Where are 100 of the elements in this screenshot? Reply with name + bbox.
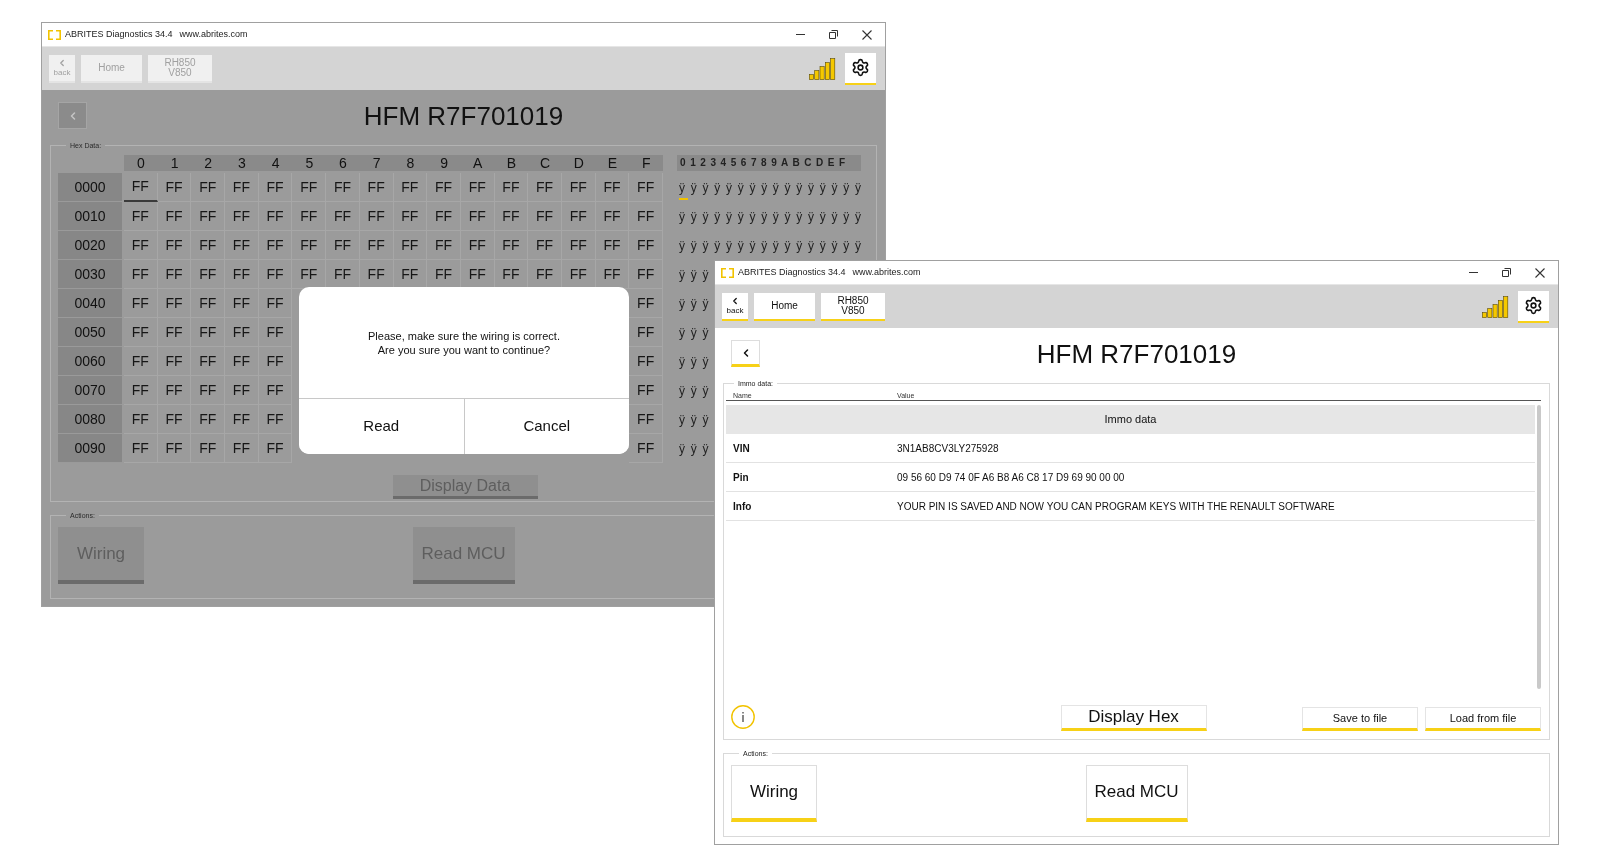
hex-cell[interactable]: FF (258, 434, 293, 463)
cancel-button[interactable]: Cancel (463, 399, 629, 454)
nav-button[interactable]: Home (754, 292, 815, 321)
hex-cell[interactable]: FF (157, 318, 192, 347)
hex-cell[interactable]: FF (359, 202, 394, 231)
hex-cell[interactable]: FF (258, 202, 293, 231)
hex-cell[interactable]: FF (225, 260, 259, 289)
nav-button[interactable]: RH850 V850 (821, 292, 885, 321)
hex-cell[interactable]: FF (124, 405, 158, 434)
hex-cell[interactable]: FF (629, 202, 663, 231)
hex-cell[interactable]: FF (258, 318, 293, 347)
hex-cell[interactable]: FF (191, 260, 226, 289)
hex-cell[interactable]: FF (393, 173, 428, 202)
chevron-left-icon (730, 296, 740, 306)
hex-cell[interactable]: FF (157, 231, 192, 260)
hex-cell[interactable]: FF (225, 202, 259, 231)
hex-cell[interactable]: FF (191, 405, 226, 434)
hex-cell[interactable]: FF (191, 376, 226, 405)
hex-cell[interactable]: FF (460, 173, 495, 202)
hex-cell[interactable]: FF (561, 173, 596, 202)
hex-cell[interactable]: FF (460, 231, 495, 260)
hex-cell[interactable]: FF (595, 173, 630, 202)
hex-cell[interactable]: FF (124, 289, 158, 318)
hex-cell[interactable]: FF (191, 434, 226, 463)
hex-cell[interactable]: FF (292, 173, 327, 202)
hex-cell[interactable]: FF (494, 231, 529, 260)
hex-cell[interactable]: FF (629, 173, 663, 202)
hex-cell[interactable]: FF (124, 202, 158, 231)
hex-cell[interactable]: FF (157, 173, 192, 202)
hex-cell[interactable]: FF (124, 376, 158, 405)
hex-cell[interactable]: FF (326, 231, 360, 260)
hex-cell[interactable]: FF (157, 434, 192, 463)
hex-cell[interactable]: FF (191, 173, 226, 202)
hex-cell[interactable]: FF (326, 202, 360, 231)
wiring-button[interactable]: Wiring (731, 765, 817, 822)
hex-cell[interactable]: FF (225, 347, 259, 376)
display-hex-button[interactable]: Display Hex (1060, 705, 1207, 731)
hex-cell[interactable]: FF (258, 231, 293, 260)
hex-cell[interactable]: FF (225, 376, 259, 405)
settings-button[interactable] (1518, 290, 1549, 323)
hex-cell[interactable]: FF (427, 231, 461, 260)
hex-cell[interactable]: FF (460, 202, 495, 231)
hex-cell[interactable]: FF (258, 260, 293, 289)
hex-cell[interactable]: FF (191, 202, 226, 231)
hex-cell[interactable]: FF (258, 173, 293, 202)
column-header: 0 (124, 155, 158, 171)
hex-cell[interactable]: FF (494, 173, 529, 202)
hex-cell[interactable]: FF (124, 347, 158, 376)
hex-cell[interactable]: FF (292, 202, 327, 231)
hex-cell[interactable]: FF (191, 318, 226, 347)
hex-cell[interactable]: FF (393, 231, 428, 260)
hex-cell[interactable]: FF (157, 260, 192, 289)
hex-cell[interactable]: FF (561, 231, 596, 260)
hex-cell[interactable]: FF (528, 231, 562, 260)
hex-cell[interactable]: FF (494, 202, 529, 231)
hex-cell[interactable]: FF (157, 405, 192, 434)
hex-cell[interactable]: FF (528, 173, 562, 202)
back-button[interactable]: back (722, 292, 748, 321)
hex-cell[interactable]: FF (528, 202, 562, 231)
hex-cell[interactable]: FF (258, 376, 293, 405)
hex-cell[interactable]: FF (258, 405, 293, 434)
hex-cell[interactable]: FF (225, 289, 259, 318)
hex-cell[interactable]: FF (124, 260, 158, 289)
settings-button[interactable] (845, 52, 876, 85)
hex-cell[interactable]: FF (124, 173, 158, 202)
hex-cell[interactable]: FF (629, 260, 663, 289)
hex-cell[interactable]: FF (225, 173, 259, 202)
hex-cell[interactable]: FF (191, 289, 226, 318)
hex-cell[interactable]: FF (157, 289, 192, 318)
hex-cell[interactable]: FF (225, 405, 259, 434)
hex-cell[interactable]: FF (157, 376, 192, 405)
scrollbar[interactable] (1537, 405, 1541, 689)
hex-cell[interactable]: FF (326, 173, 360, 202)
hex-cell[interactable]: FF (561, 202, 596, 231)
hex-cell[interactable]: FF (157, 347, 192, 376)
hex-cell[interactable]: FF (393, 202, 428, 231)
save-to-file-button[interactable]: Save to file (1302, 707, 1418, 731)
hex-cell[interactable]: FF (427, 173, 461, 202)
hex-cell[interactable]: FF (191, 347, 226, 376)
hex-cell[interactable]: FF (258, 289, 293, 318)
hex-cell[interactable]: FF (225, 434, 259, 463)
load-from-file-button[interactable]: Load from file (1425, 707, 1541, 731)
hex-cell[interactable]: FF (225, 231, 259, 260)
hex-cell[interactable]: FF (225, 318, 259, 347)
hex-cell[interactable]: FF (595, 231, 630, 260)
hex-cell[interactable]: FF (595, 202, 630, 231)
hex-cell[interactable]: FF (359, 173, 394, 202)
hex-cell[interactable]: FF (258, 347, 293, 376)
group-header: Immo data (726, 405, 1535, 434)
hex-cell[interactable]: FF (124, 231, 158, 260)
hex-cell[interactable]: FF (191, 231, 226, 260)
info-icon[interactable] (731, 705, 755, 729)
hex-cell[interactable]: FF (359, 231, 394, 260)
hex-cell[interactable]: FF (292, 231, 327, 260)
hex-cell[interactable]: FF (629, 231, 663, 260)
read-mcu-button[interactable]: Read MCU (1085, 765, 1188, 822)
hex-cell[interactable]: FF (427, 202, 461, 231)
hex-cell[interactable]: FF (157, 202, 192, 231)
hex-cell[interactable]: FF (124, 318, 158, 347)
hex-cell[interactable]: FF (124, 434, 158, 463)
